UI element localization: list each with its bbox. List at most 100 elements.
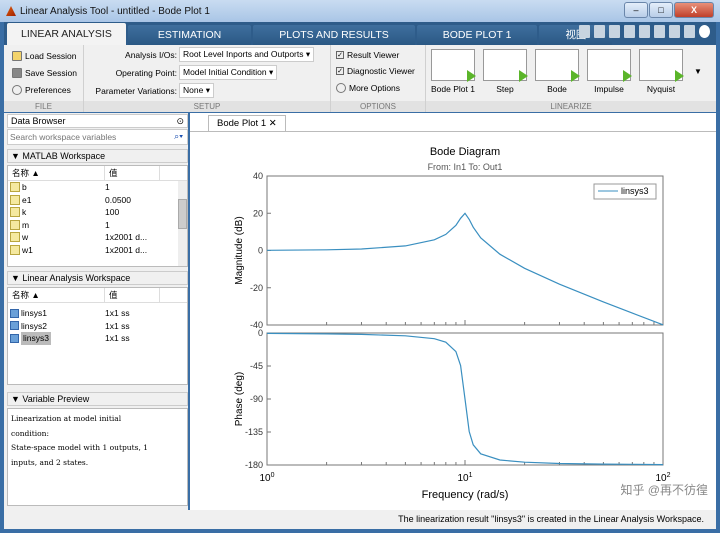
- tab-estimation[interactable]: ESTIMATION: [127, 25, 252, 45]
- search-icon[interactable]: ⌕▾: [174, 131, 183, 142]
- gallery-more-button[interactable]: ▼: [694, 67, 702, 76]
- row-name: linsys3: [21, 332, 51, 345]
- gallery-step[interactable]: Step: [482, 49, 528, 97]
- matrix-icon: [10, 194, 20, 205]
- table-row[interactable]: m1: [8, 219, 187, 232]
- quick-access-toolbar: [579, 25, 710, 38]
- y-tick-label: -20: [250, 283, 263, 293]
- load-session-button[interactable]: Load Session: [12, 51, 77, 61]
- analysis-ios-label: Analysis I/Os:: [125, 50, 177, 60]
- gallery-impulse[interactable]: Impulse: [586, 49, 632, 97]
- bode-thumbnail-icon: [535, 49, 580, 82]
- gear-icon: [12, 85, 22, 95]
- window-title: Linear Analysis Tool - untitled - Bode P…: [20, 5, 210, 17]
- linear-workspace-header[interactable]: ▼ Linear Analysis Workspace: [7, 271, 188, 285]
- gallery-label: Bode Plot 1: [431, 84, 475, 94]
- panel-menu-icon[interactable]: ⊙: [176, 115, 184, 128]
- magnitude-ylabel: Magnitude (dB): [234, 216, 245, 284]
- table-row[interactable]: e1 0.0500: [8, 194, 187, 207]
- matrix-icon: [10, 182, 20, 193]
- search-input[interactable]: [8, 130, 158, 144]
- column-header-value[interactable]: 值: [105, 288, 160, 302]
- row-value: 1x1 ss: [105, 320, 130, 331]
- y-tick-label: -45: [250, 361, 263, 371]
- row-value: 100: [105, 207, 120, 217]
- data-browser-title: Data Browser: [11, 116, 66, 126]
- x-tick-label: 100: [259, 472, 274, 484]
- preview-line: condition:: [11, 428, 50, 438]
- help-icon[interactable]: [699, 25, 710, 38]
- tab-bode-plot-1[interactable]: BODE PLOT 1: [416, 25, 538, 45]
- save-icon[interactable]: [594, 25, 605, 38]
- y-tick-label: -90: [250, 394, 263, 404]
- analysis-ios-dropdown[interactable]: Root Level Inports and Outports ▾: [179, 47, 315, 62]
- preferences-label: Preferences: [25, 85, 71, 95]
- row-name: m: [22, 219, 30, 230]
- row-name: b: [22, 182, 27, 192]
- copy-icon[interactable]: [624, 25, 635, 38]
- gallery-bode[interactable]: Bode: [534, 49, 580, 97]
- preferences-button[interactable]: Preferences: [12, 85, 71, 95]
- tab-plots-and-results[interactable]: PLOTS AND RESULTS: [253, 25, 415, 45]
- layout-icon[interactable]: [684, 25, 695, 38]
- save-session-button[interactable]: Save Session: [12, 68, 77, 78]
- impulse-thumbnail-icon: [587, 49, 632, 82]
- diagnostic-viewer-checkbox[interactable]: ✓ Diagnostic Viewer: [336, 66, 415, 76]
- gallery-nyquist[interactable]: Nyquist: [638, 49, 684, 97]
- operating-point-dropdown[interactable]: Model Initial Condition ▾: [179, 65, 278, 80]
- cut-icon[interactable]: [609, 25, 620, 38]
- checkbox-checked-icon: ✓: [336, 51, 344, 59]
- y-tick-label: 40: [253, 171, 263, 181]
- result-viewer-label: Result Viewer: [347, 50, 400, 60]
- close-button[interactable]: X: [674, 2, 714, 18]
- parameter-variations-value: None: [183, 85, 204, 95]
- matlab-workspace-title: MATLAB Workspace: [22, 151, 106, 161]
- phase-ylabel: Phase (deg): [234, 372, 245, 426]
- table-row[interactable]: k 100: [8, 206, 187, 219]
- maximize-button[interactable]: □: [649, 2, 673, 18]
- chart-subtitle: From: In1 To: Out1: [428, 162, 503, 172]
- preview-line: Linearization at model initial: [11, 414, 122, 423]
- matrix-icon: [10, 207, 20, 218]
- table-row[interactable]: b1: [8, 181, 187, 194]
- table-row[interactable]: linsys1 1x1 ss: [8, 307, 187, 320]
- more-options-button[interactable]: More Options: [336, 83, 400, 93]
- redo-icon[interactable]: [669, 25, 680, 38]
- paste-icon[interactable]: [639, 25, 650, 38]
- scrollbar[interactable]: [178, 181, 187, 266]
- row-value: 1x1 ss: [105, 333, 130, 343]
- new-icon[interactable]: [579, 25, 590, 38]
- x-tick-label: 101: [457, 472, 472, 484]
- operating-point-value: Model Initial Condition: [183, 67, 267, 77]
- matlab-workspace-header[interactable]: ▼ MATLAB Workspace: [7, 149, 188, 163]
- setup-group: Analysis I/Os: Root Level Inports and Ou…: [84, 45, 331, 112]
- tab-linear-analysis[interactable]: LINEAR ANALYSIS: [7, 23, 126, 45]
- parameter-variations-dropdown[interactable]: None ▾: [179, 83, 214, 98]
- checkbox-checked-icon: ✓: [336, 67, 344, 75]
- undo-icon[interactable]: [654, 25, 665, 38]
- column-header-name[interactable]: 名称 ▲: [8, 288, 105, 302]
- minimize-button[interactable]: –: [624, 2, 648, 18]
- variable-preview-header[interactable]: ▼ Variable Preview: [7, 392, 188, 406]
- row-value: 1: [105, 182, 110, 192]
- search-box: ⌕▾: [7, 129, 188, 145]
- matrix-icon: [10, 232, 20, 243]
- column-header-value[interactable]: 值: [105, 166, 160, 180]
- setup-group-label: SETUP: [84, 101, 330, 112]
- table-row[interactable]: w1 1x2001 d...: [8, 244, 187, 257]
- column-header-name[interactable]: 名称 ▲: [8, 166, 105, 180]
- more-options-label: More Options: [349, 83, 401, 93]
- gallery-bode-plot-1[interactable]: Bode Plot 1: [430, 49, 476, 97]
- data-browser-header: Data Browser ⊙: [7, 114, 188, 128]
- table-row[interactable]: linsys2 1x1 ss: [8, 320, 187, 333]
- gallery-label: Impulse: [594, 84, 624, 94]
- chart-title: Bode Diagram: [430, 146, 500, 158]
- table-row[interactable]: w 1x2001 d...: [8, 231, 187, 244]
- gallery-label: Step: [496, 84, 514, 94]
- matrix-icon: [10, 244, 20, 255]
- row-value: 1x1 ss: [105, 308, 130, 318]
- result-viewer-checkbox[interactable]: ✓ Result Viewer: [336, 50, 399, 60]
- table-row[interactable]: linsys3 1x1 ss: [8, 332, 187, 345]
- analysis-ios-value: Root Level Inports and Outports: [183, 49, 304, 59]
- file-group: Load Session Save Session Preferences FI…: [4, 45, 84, 112]
